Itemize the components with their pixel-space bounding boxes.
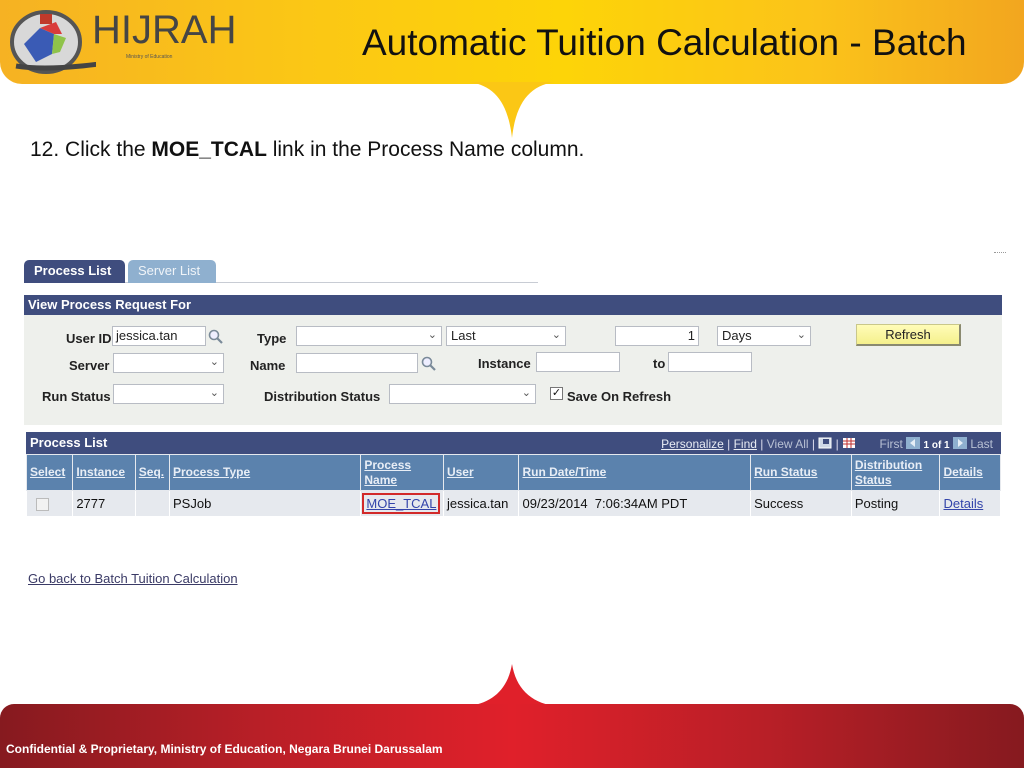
cell-details: Details (939, 490, 1001, 517)
instance-label: Instance (478, 356, 531, 371)
count-input[interactable]: 1 (615, 326, 699, 346)
last-select[interactable]: Last ⌄ (446, 326, 566, 346)
type-label: Type (257, 331, 287, 346)
footer-banner-tip (470, 664, 554, 706)
name-lookup-icon[interactable] (421, 356, 437, 372)
process-list-grid: Process List Personalize | Find | View A… (25, 432, 1001, 517)
chevron-down-icon: ⌄ (427, 329, 437, 341)
find-link[interactable]: Find (734, 437, 757, 451)
instruction-emphasis: MOE_TCAL (151, 138, 267, 161)
chevron-down-icon: ⌄ (521, 387, 531, 399)
table-header-row: Select Instance Seq. Process Type Proces… (25, 454, 1001, 491)
instruction-text: 12. Click the MOE_TCAL link in the Proce… (30, 138, 584, 162)
column-header-distribution-status[interactable]: Distribution Status (850, 454, 941, 491)
cell-distribution-status: Posting (850, 490, 941, 517)
tab-bar: Process List Server List (24, 258, 538, 283)
details-link[interactable]: Details (943, 496, 983, 511)
process-list-header: Process List Personalize | Find | View A… (26, 432, 1001, 454)
cell-process-name: MOE_TCAL (360, 490, 444, 517)
refresh-button[interactable]: Refresh (856, 324, 961, 346)
column-header-process-type[interactable]: Process Type (168, 454, 362, 491)
tab-process-list[interactable]: Process List (24, 260, 125, 283)
slide: HIJRAH Ministry of Education Automatic T… (0, 0, 1024, 768)
to-label: to (653, 356, 666, 371)
moe-tcal-link[interactable]: MOE_TCAL (362, 493, 441, 514)
hijrah-logo: HIJRAH Ministry of Education (6, 4, 236, 78)
personalize-link[interactable]: Personalize (661, 437, 724, 451)
cell-seq (134, 490, 171, 517)
page-indicator: 1 of 1 (923, 440, 950, 451)
last-link[interactable]: Last (970, 437, 993, 451)
logo-text: HIJRAH (92, 8, 237, 52)
name-input[interactable] (296, 353, 418, 373)
column-header-seq[interactable]: Seq. (134, 454, 171, 491)
first-link[interactable]: First (879, 437, 902, 451)
unit-select[interactable]: Days ⌄ (717, 326, 811, 346)
column-header-select[interactable]: Select (25, 454, 74, 491)
process-table: Select Instance Seq. Process Type Proces… (25, 454, 1001, 517)
chevron-down-icon: ⌄ (209, 387, 219, 399)
view-process-request-panel: View Process Request For User ID jessica… (24, 295, 1002, 425)
user-id-lookup-icon[interactable] (208, 329, 224, 345)
download-grid-icon[interactable] (842, 437, 856, 449)
server-label: Server (69, 358, 110, 373)
footer-confidential-text: Confidential & Proprietary, Ministry of … (6, 742, 443, 756)
grid-navigation: Personalize | Find | View All | | First … (661, 437, 993, 451)
table-row: 2777 PSJob MOE_TCAL jessica.tan 09/23/20… (25, 490, 1001, 517)
type-select[interactable]: ⌄ (296, 326, 442, 346)
globe-logo-icon (10, 10, 207, 74)
more-indicator (994, 252, 1006, 254)
run-status-label: Run Status (42, 389, 111, 404)
distribution-status-select[interactable]: ⌄ (389, 384, 536, 404)
save-on-refresh-checkbox[interactable]: ✓ (550, 387, 563, 400)
save-on-refresh-label: Save On Refresh (567, 389, 672, 404)
cell-select (25, 490, 74, 517)
chevron-down-icon: ⌄ (551, 329, 561, 341)
run-status-select[interactable]: ⌄ (113, 384, 224, 404)
cell-user: jessica.tan (442, 490, 520, 517)
process-list-title: Process List (30, 435, 108, 450)
column-header-details[interactable]: Details (939, 454, 1001, 491)
user-id-label: User ID (66, 331, 112, 346)
chevron-down-icon: ⌄ (209, 356, 219, 368)
last-select-value: Last (451, 328, 476, 343)
cell-instance: 2777 (72, 490, 136, 517)
user-id-input[interactable]: jessica.tan (112, 326, 206, 346)
cell-process-type: PSJob (168, 490, 362, 517)
logo-tagline: Ministry of Education (126, 54, 173, 60)
column-header-run-datetime[interactable]: Run Date/Time (518, 454, 752, 491)
column-header-run-status[interactable]: Run Status (750, 454, 852, 491)
slide-title: Automatic Tuition Calculation - Batch (362, 22, 967, 63)
chevron-down-icon: ⌄ (796, 329, 806, 341)
name-label: Name (250, 358, 286, 373)
column-header-process-name[interactable]: Process Name (360, 454, 444, 491)
instruction-prefix: 12. Click the (30, 138, 152, 161)
tab-server-list-label: Server List (138, 263, 201, 278)
row-select-checkbox[interactable] (36, 498, 49, 512)
cell-run-status: Success (750, 490, 852, 517)
instance-to-input[interactable] (668, 352, 752, 372)
new-window-icon[interactable] (818, 437, 832, 449)
header-banner-tip (470, 82, 554, 138)
instruction-suffix: link in the Process Name column. (266, 138, 585, 161)
cell-run-datetime: 09/23/2014 7:06:34AM PDT (518, 490, 752, 517)
instance-from-input[interactable] (536, 352, 620, 372)
view-process-request-heading: View Process Request For (24, 295, 1002, 315)
next-arrow-icon[interactable] (952, 437, 967, 449)
column-header-user[interactable]: User (442, 454, 520, 491)
peoplesoft-page: Process List Server List View Process Re… (24, 258, 1002, 517)
tab-server-list[interactable]: Server List (128, 260, 216, 283)
footer-banner (0, 704, 1024, 768)
previous-arrow-icon[interactable] (906, 437, 921, 449)
server-select[interactable]: ⌄ (113, 353, 224, 373)
distribution-status-label: Distribution Status (264, 389, 381, 404)
unit-select-value: Days (722, 328, 752, 343)
view-all-link[interactable]: View All (767, 437, 809, 451)
column-header-instance[interactable]: Instance (72, 454, 136, 491)
back-to-batch-tuition-link[interactable]: Go back to Batch Tuition Calculation (28, 571, 238, 586)
